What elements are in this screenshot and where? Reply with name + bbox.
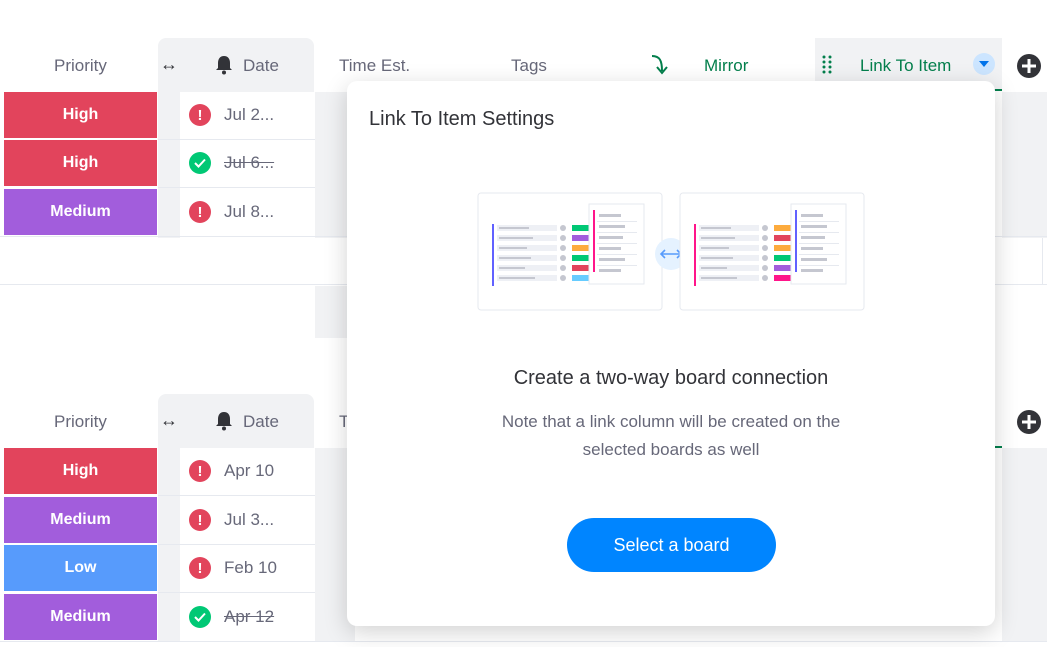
row-gap [158, 448, 180, 642]
date-header-bg [158, 394, 314, 448]
column-header-time-est[interactable]: Time Est. [339, 56, 410, 76]
divider [0, 641, 1047, 642]
dialog-note-line: selected boards as well [582, 440, 760, 459]
dialog-title: Link To Item Settings [369, 108, 555, 130]
dialog-note: Note that a link column will be created … [347, 408, 995, 464]
date-value: Jul 3... [224, 510, 275, 529]
select-board-button[interactable]: Select a board [567, 518, 776, 572]
exclamation-icon: ! [189, 557, 211, 579]
check-icon [189, 152, 211, 174]
resize-arrows-icon[interactable]: ↔ [160, 410, 178, 431]
date-cell[interactable]: ! Jul 2... [180, 92, 314, 138]
priority-label: High [62, 106, 99, 123]
column-header-date[interactable]: Date [243, 412, 279, 432]
priority-cell[interactable]: High [4, 140, 157, 186]
add-column-button[interactable] [1017, 54, 1041, 78]
column-strip [1002, 448, 1047, 642]
row-gap [158, 92, 180, 238]
bell-icon[interactable] [215, 55, 233, 80]
divider [158, 495, 315, 496]
check-icon [189, 606, 211, 628]
priority-cell[interactable]: High [4, 92, 157, 138]
column-header-tags[interactable]: Tags [511, 56, 547, 76]
chevron-down-icon[interactable] [973, 53, 995, 75]
exclamation-icon: ! [189, 460, 211, 482]
date-cell[interactable]: ! Jul 3... [180, 497, 314, 543]
date-value: Jul 8... [224, 202, 275, 221]
priority-label: High [62, 154, 99, 171]
dialog-heading: Create a two-way board connection [513, 367, 829, 389]
priority-cell[interactable]: Medium [4, 497, 157, 543]
date-value: Apr 10 [224, 461, 275, 480]
priority-label: Medium [50, 511, 111, 528]
priority-cell[interactable]: Low [4, 545, 157, 591]
priority-cell[interactable]: Medium [4, 594, 157, 640]
priority-cell[interactable]: Medium [4, 189, 157, 235]
priority-label: High [62, 462, 99, 479]
priority-label: Low [64, 559, 97, 576]
column-header-date[interactable]: Date [243, 56, 279, 76]
resize-arrows-icon[interactable]: ↔ [160, 54, 178, 75]
priority-label: Medium [50, 203, 111, 220]
link-to-item-settings-dialog: Link To Item Settings Create a two-way b… [347, 81, 995, 626]
board-connection-illustration [477, 192, 865, 312]
date-cell[interactable]: Apr 12 [180, 594, 314, 640]
column-header-priority[interactable]: Priority [54, 412, 107, 432]
date-value: Jul 2... [224, 105, 275, 124]
column-header-link-to-item[interactable]: Link To Item [860, 56, 951, 76]
priority-cell[interactable]: High [4, 448, 157, 494]
date-cell[interactable]: ! Jul 8... [180, 189, 314, 235]
exclamation-icon: ! [189, 104, 211, 126]
divider [1042, 238, 1043, 284]
divider [158, 592, 315, 593]
drag-handle-icon[interactable] [822, 54, 832, 79]
bell-icon[interactable] [215, 411, 233, 436]
exclamation-icon: ! [189, 509, 211, 531]
add-column-button[interactable] [1017, 410, 1041, 434]
mirror-arrow-icon [648, 53, 670, 82]
exclamation-icon: ! [189, 201, 211, 223]
date-cell[interactable]: Jul 6... [180, 140, 314, 186]
date-value: Apr 12 [224, 607, 275, 626]
dialog-note-line: Note that a link column will be created … [501, 412, 841, 431]
column-strip [1002, 92, 1047, 238]
date-value: Feb 10 [224, 558, 277, 577]
date-header-bg [158, 38, 314, 92]
date-cell[interactable]: ! Apr 10 [180, 448, 314, 494]
divider [158, 187, 315, 188]
date-value: Jul 6... [224, 153, 275, 172]
column-header-mirror[interactable]: Mirror [704, 56, 748, 76]
priority-label: Medium [50, 608, 111, 625]
column-header-priority[interactable]: Priority [54, 56, 107, 76]
date-cell[interactable]: ! Feb 10 [180, 545, 314, 591]
